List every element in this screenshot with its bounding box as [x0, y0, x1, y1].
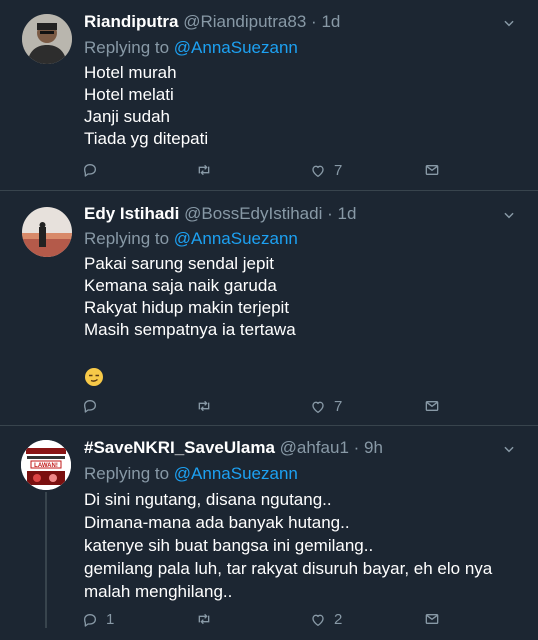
envelope-icon — [424, 611, 440, 627]
reply-button[interactable] — [82, 162, 106, 178]
tweet-line: Di sini ngutang, disana ngutang.. — [84, 490, 332, 509]
tweet-actions: 1 2 — [0, 611, 538, 631]
tweet-actions: 7 — [0, 162, 538, 182]
like-count: 2 — [334, 611, 343, 628]
tweet-line: Tiada yg ditepati — [84, 129, 209, 148]
tweet-text: Hotel murah Hotel melati Janji sudah Tia… — [84, 62, 208, 150]
tweet-line: Dimana-mana ada banyak hutang.. — [84, 513, 350, 532]
tweet[interactable]: Edy Istihadi @BossEdyIstihadi · 1d Reply… — [0, 191, 538, 426]
timestamp[interactable]: 1d — [321, 12, 340, 31]
tweet-line: gemilang pala luh, tar rakyat disuruh ba… — [84, 559, 493, 578]
message-button[interactable] — [424, 162, 440, 178]
chevron-down-icon[interactable] — [502, 208, 516, 222]
heart-icon — [310, 163, 326, 179]
timestamp[interactable]: 1d — [338, 204, 357, 223]
tweet-line: Kemana saja naik garuda — [84, 276, 277, 295]
retweet-button[interactable] — [196, 611, 212, 627]
separator-dot: · — [353, 438, 360, 457]
like-button[interactable]: 2 — [310, 611, 342, 628]
heart-icon — [310, 399, 326, 415]
user-handle[interactable]: @Riandiputra83 — [183, 12, 306, 31]
tweet-text: Di sini ngutang, disana ngutang.. Dimana… — [84, 488, 492, 603]
tweet-line: Hotel melati — [84, 85, 174, 104]
tweet[interactable]: Riandiputra @Riandiputra83 · 1d Replying… — [0, 0, 538, 191]
tweet-header: Edy Istihadi @BossEdyIstihadi · 1d — [84, 204, 356, 224]
retweet-icon — [196, 611, 212, 627]
chevron-down-icon[interactable] — [502, 442, 516, 456]
retweet-icon — [196, 162, 212, 178]
like-button[interactable]: 7 — [310, 398, 342, 415]
mention-link[interactable]: @AnnaSuezann — [174, 38, 298, 57]
message-button[interactable] — [424, 398, 440, 414]
message-button[interactable] — [424, 611, 440, 627]
tweet-text: Pakai sarung sendal jepit Kemana saja na… — [84, 253, 296, 341]
tweet-line: Janji sudah — [84, 107, 171, 126]
avatar-text: LAWAN! — [34, 463, 58, 469]
separator-dot: · — [327, 204, 333, 223]
user-handle[interactable]: @BossEdyIstihadi — [184, 204, 322, 223]
retweet-button[interactable] — [196, 398, 212, 414]
replying-to: Replying to @AnnaSuezann — [84, 464, 298, 484]
reply-icon — [82, 612, 98, 628]
replying-to: Replying to @AnnaSuezann — [84, 38, 298, 58]
display-name[interactable]: Riandiputra — [84, 12, 178, 31]
thread-line — [45, 492, 47, 628]
tweet-actions: 7 — [0, 398, 538, 418]
mention-link[interactable]: @AnnaSuezann — [174, 464, 298, 483]
like-count: 7 — [334, 162, 343, 179]
avatar[interactable] — [22, 14, 72, 64]
tweet[interactable]: LAWAN! #SaveNKRI_SaveUlama @ahfau1 · 9h … — [0, 426, 538, 640]
separator-dot: · — [311, 12, 317, 31]
reply-button[interactable] — [82, 398, 106, 414]
replying-label: Replying to — [84, 229, 170, 248]
tweet-line: Pakai sarung sendal jepit — [84, 254, 274, 273]
tweet-line: Rakyat hidup makin terjepit — [84, 298, 290, 317]
tweet-line: katenye sih buat bangsa ini gemilang.. — [84, 536, 374, 555]
reply-button[interactable]: 1 — [82, 611, 114, 628]
chevron-down-icon[interactable] — [502, 16, 516, 30]
mention-link[interactable]: @AnnaSuezann — [174, 229, 298, 248]
replying-label: Replying to — [84, 38, 170, 57]
like-button[interactable]: 7 — [310, 162, 342, 179]
tweet-line: Masih sempatnya ia tertawa — [84, 320, 296, 339]
display-name[interactable]: Edy Istihadi — [84, 204, 179, 223]
envelope-icon — [424, 162, 440, 178]
retweet-icon — [196, 398, 212, 414]
tweet-header: #SaveNKRI_SaveUlama @ahfau1 · 9h — [84, 438, 383, 458]
reply-icon — [82, 162, 98, 178]
avatar[interactable]: LAWAN! — [21, 440, 71, 490]
avatar[interactable] — [22, 207, 72, 257]
retweet-button[interactable] — [196, 162, 212, 178]
user-handle[interactable]: @ahfau1 — [280, 438, 349, 457]
smirking-face-emoji — [85, 368, 103, 386]
heart-icon — [310, 612, 326, 628]
timestamp[interactable]: 9h — [364, 438, 383, 457]
display-name[interactable]: #SaveNKRI_SaveUlama — [84, 438, 275, 457]
tweet-header: Riandiputra @Riandiputra83 · 1d — [84, 12, 340, 32]
tweet-line: malah menghilang.. — [84, 582, 233, 601]
tweet-line: Hotel murah — [84, 63, 177, 82]
like-count: 7 — [334, 398, 343, 415]
reply-icon — [82, 398, 98, 414]
replying-to: Replying to @AnnaSuezann — [84, 229, 298, 249]
envelope-icon — [424, 398, 440, 414]
replying-label: Replying to — [84, 464, 170, 483]
reply-count: 1 — [106, 611, 115, 628]
